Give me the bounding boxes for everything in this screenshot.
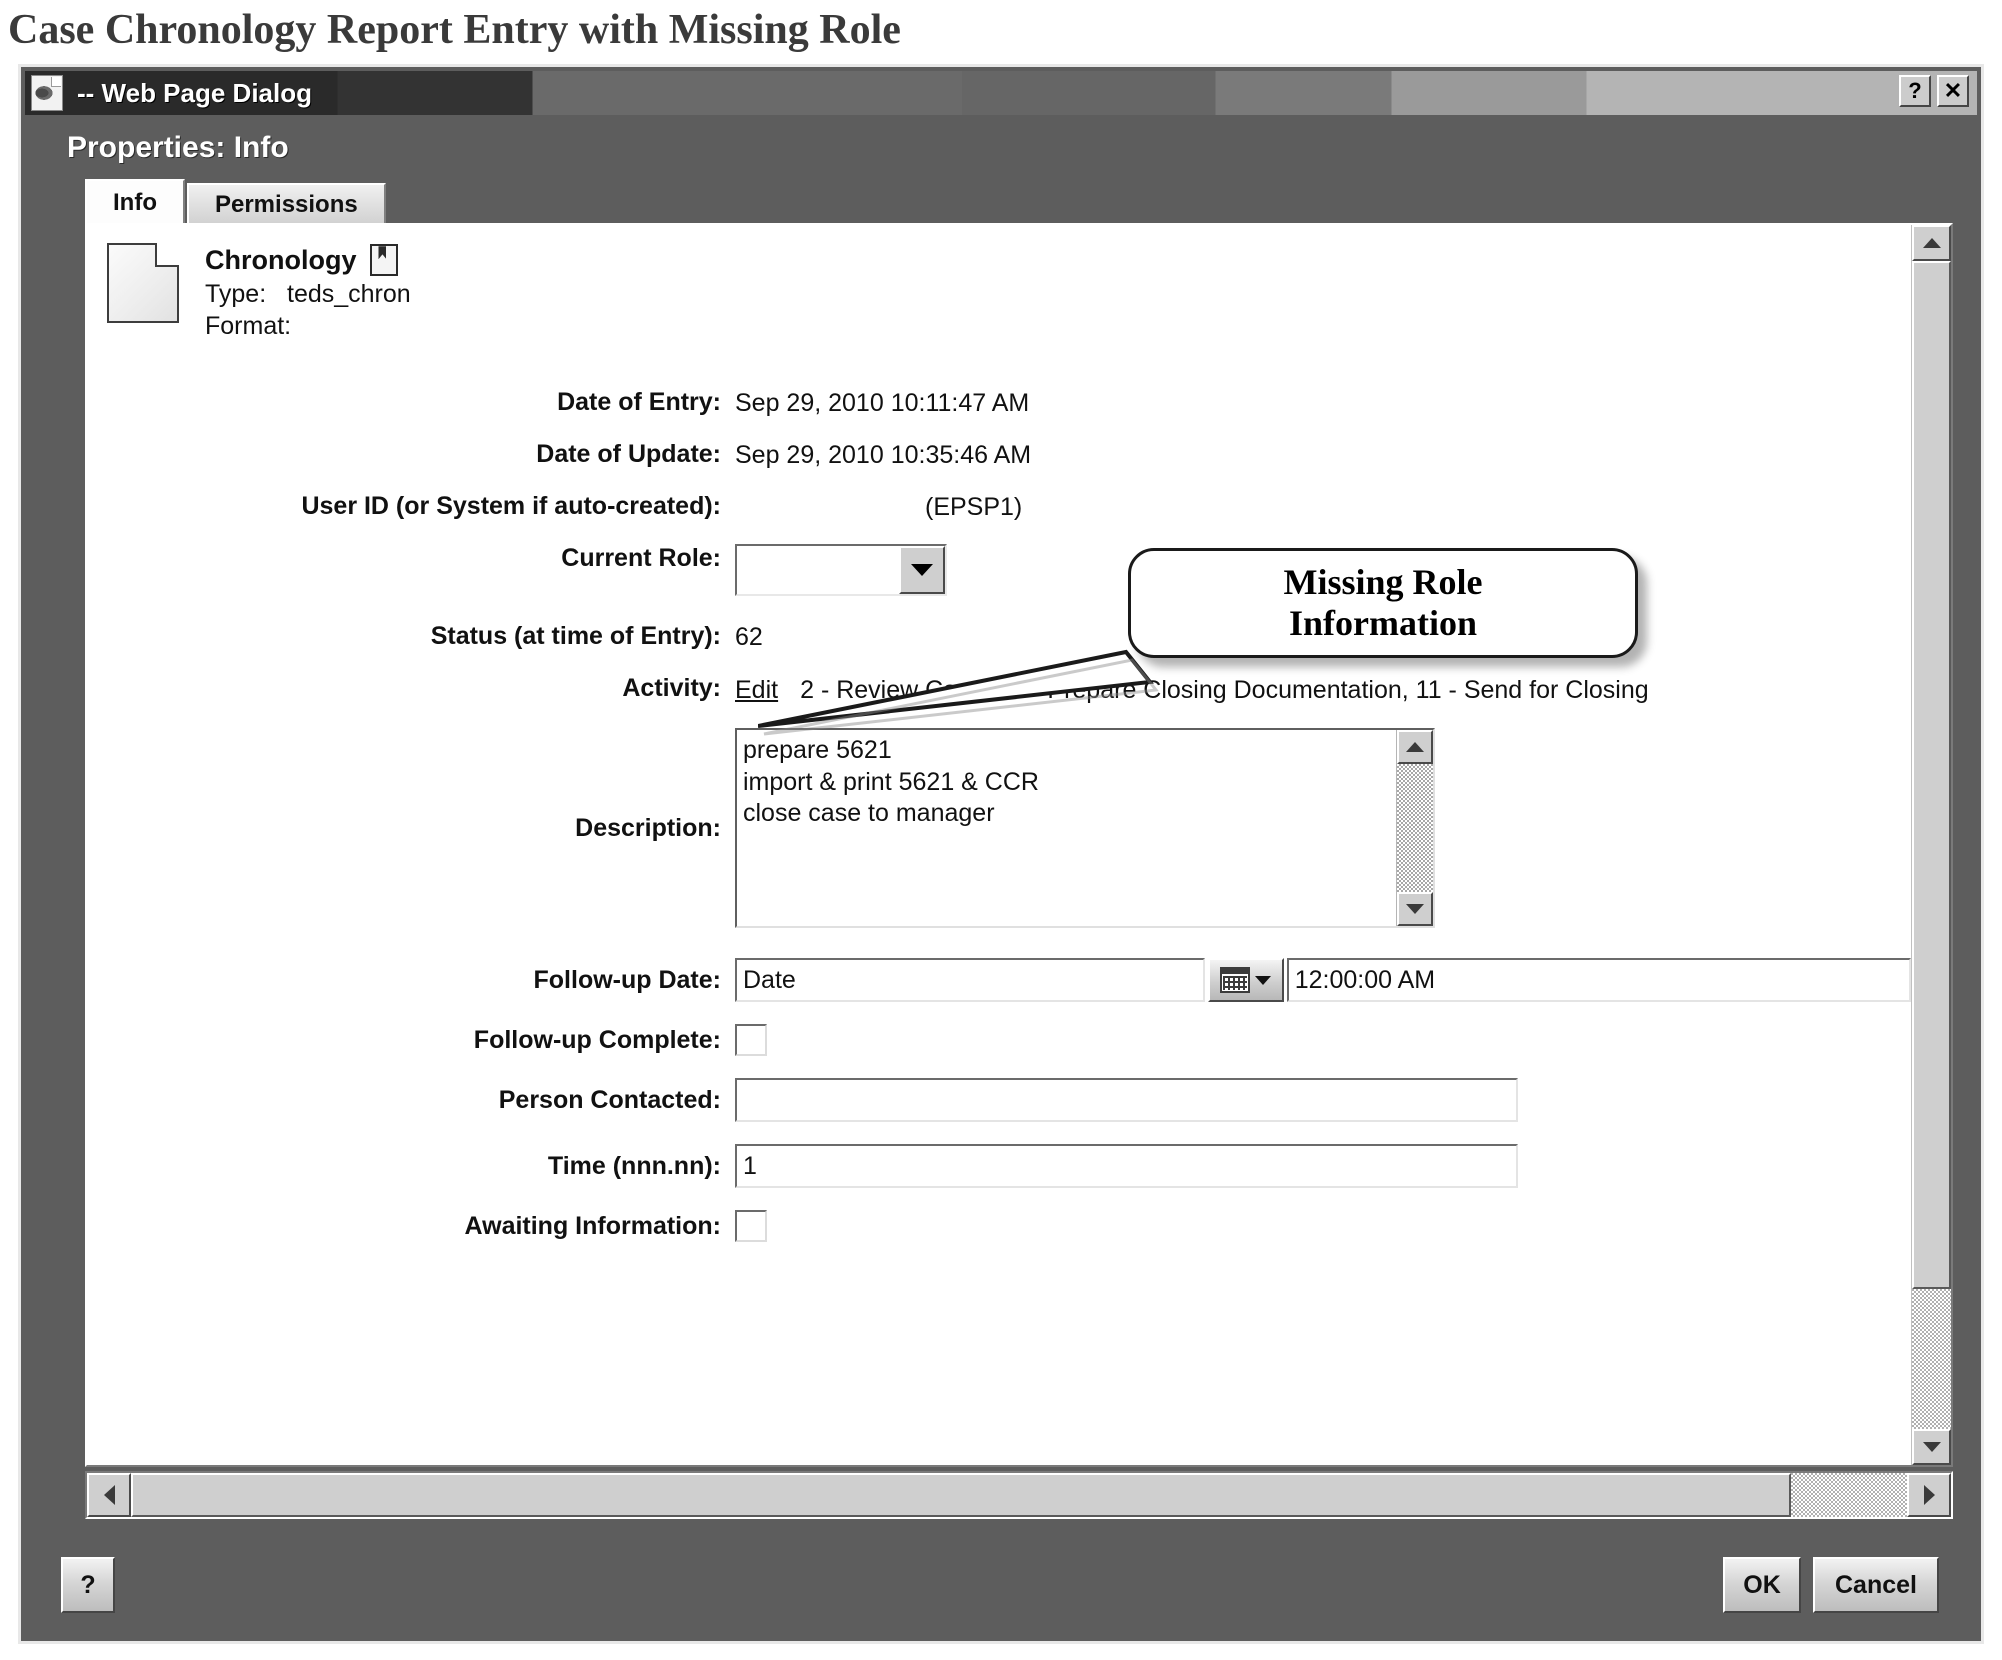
- close-icon[interactable]: ✕: [1937, 75, 1969, 107]
- document-format-label: Format:: [205, 311, 292, 340]
- row-status: Status (at time of Entry): 62: [95, 622, 1911, 652]
- scroll-up-icon[interactable]: [1397, 730, 1433, 765]
- content-scroll-thumb[interactable]: [1912, 261, 1951, 1289]
- triangle-left-glyph: [103, 1485, 115, 1505]
- description-vertical-scrollbar[interactable]: [1396, 730, 1433, 927]
- row-date-of-update: Date of Update: Sep 29, 2010 10:35:46 AM: [95, 440, 1911, 470]
- arrow-down-glyph: [911, 563, 933, 576]
- document-type-value: teds_chron: [287, 279, 411, 308]
- user-id-value: (EPSP1): [925, 492, 1023, 521]
- followup-complete-checkbox[interactable]: [735, 1024, 767, 1057]
- document-header: Chronology Type: teds_chron Format:: [87, 225, 1911, 342]
- tabstrip: Info Permissions: [85, 179, 1981, 223]
- properties-form: Date of Entry: Sep 29, 2010 10:11:47 AM …: [87, 388, 1911, 1243]
- activity-label: Activity:: [622, 673, 721, 702]
- dialog-footer: ? OK Cancel: [21, 1529, 1981, 1641]
- activity-edit-link[interactable]: Edit: [735, 676, 778, 704]
- dialog-title-text: -- Web Page Dialog: [77, 77, 312, 108]
- triangle-up-glyph: [1922, 238, 1941, 248]
- date-of-entry-label: Date of Entry:: [557, 387, 721, 416]
- scroll-right-icon[interactable]: [1907, 1473, 1951, 1517]
- row-followup-complete: Follow-up Complete:: [95, 1024, 1911, 1057]
- help-button[interactable]: ?: [61, 1557, 115, 1613]
- tab-info[interactable]: Info: [85, 179, 185, 223]
- tab-permissions[interactable]: Permissions: [186, 183, 386, 223]
- document-type-label: Type:: [205, 279, 267, 308]
- page-title: Case Chronology Report Entry with Missin…: [8, 7, 901, 53]
- triangle-down-glyph: [1406, 904, 1424, 915]
- person-contacted-input[interactable]: [735, 1078, 1518, 1123]
- footer-action-buttons: OK Cancel: [1723, 1557, 1981, 1613]
- window-control-buttons: ? ✕: [1899, 75, 1969, 107]
- date-of-update-value: Sep 29, 2010 10:35:46 AM: [735, 440, 1032, 469]
- triangle-right-glyph: [1923, 1485, 1935, 1505]
- bookmark-icon: [370, 244, 399, 277]
- document-type-row: Type: teds_chron: [205, 278, 411, 310]
- current-role-selected-value: [737, 546, 899, 594]
- row-person-contacted: Person Contacted:: [95, 1078, 1911, 1123]
- person-contacted-label: Person Contacted:: [498, 1085, 721, 1114]
- row-date-of-entry: Date of Entry: Sep 29, 2010 10:11:47 AM: [95, 388, 1911, 418]
- user-id-label: User ID (or System if auto-created):: [301, 491, 721, 520]
- cancel-button[interactable]: Cancel: [1813, 1557, 1939, 1613]
- content-scroll-area: Chronology Type: teds_chron Format: Date…: [87, 225, 1911, 1465]
- followup-time-input[interactable]: 12:00:00 AM: [1286, 958, 1911, 1003]
- horizontal-scroll-track[interactable]: [1791, 1473, 1907, 1517]
- description-text[interactable]: prepare 5621 import & print 5621 & CCR c…: [737, 730, 1396, 926]
- calendar-chevron-down-icon: [1255, 975, 1272, 985]
- followup-complete-label: Follow-up Complete:: [473, 1025, 721, 1054]
- awaiting-information-checkbox[interactable]: [735, 1210, 767, 1243]
- content-horizontal-scrollbar[interactable]: [85, 1471, 1953, 1519]
- activity-value: 2 - Review Case, 10 - Prepare Closing Do…: [800, 675, 1649, 704]
- description-textarea[interactable]: prepare 5621 import & print 5621 & CCR c…: [735, 728, 1435, 929]
- document-page-icon: [107, 243, 179, 323]
- row-description: Description: prepare 5621 import & print…: [95, 728, 1911, 929]
- current-role-dropdown[interactable]: [735, 543, 947, 596]
- row-activity: Activity: Edit 2 - Review Case, 10 - Prep…: [95, 674, 1911, 707]
- row-awaiting-information: Awaiting Information:: [95, 1210, 1911, 1243]
- calendar-icon: [1220, 967, 1251, 994]
- triangle-up-glyph: [1406, 742, 1424, 753]
- document-format-row: Format:: [205, 310, 411, 342]
- dialog-titlebar: -- Web Page Dialog ? ✕: [25, 71, 1977, 115]
- calendar-picker-button[interactable]: [1207, 958, 1284, 1003]
- document-summary: Chronology Type: teds_chron Format:: [205, 243, 411, 342]
- content-vertical-scrollbar[interactable]: [1911, 225, 1951, 1465]
- document-name: Chronology: [205, 245, 357, 275]
- triangle-down-glyph: [1922, 1442, 1941, 1452]
- web-page-dialog-window: -- Web Page Dialog ? ✕ Properties: Info …: [18, 64, 1984, 1644]
- properties-heading: Properties: Info: [67, 131, 289, 164]
- chevron-down-icon[interactable]: [899, 545, 945, 594]
- time-label: Time (nnn.nn):: [547, 1151, 721, 1180]
- scroll-down-icon[interactable]: [1397, 892, 1433, 927]
- date-of-update-label: Date of Update:: [536, 439, 721, 468]
- properties-content-pane: Chronology Type: teds_chron Format: Date…: [85, 223, 1953, 1467]
- row-followup-date: Follow-up Date: Date 12:00:00 AM: [95, 958, 1911, 1003]
- awaiting-information-label: Awaiting Information:: [464, 1211, 721, 1240]
- activity-body: Edit 2 - Review Case, 10 - Prepare Closin…: [735, 674, 1649, 707]
- time-input[interactable]: 1: [735, 1144, 1518, 1189]
- followup-date-input[interactable]: Date: [735, 958, 1205, 1003]
- scroll-left-icon[interactable]: [87, 1473, 131, 1517]
- horizontal-scroll-thumb[interactable]: [131, 1473, 1791, 1517]
- status-label: Status (at time of Entry):: [430, 621, 721, 650]
- content-scroll-up-icon[interactable]: [1912, 225, 1951, 261]
- browser-page-icon: [31, 75, 63, 111]
- row-time: Time (nnn.nn): 1: [95, 1144, 1911, 1189]
- status-value: 62: [735, 622, 763, 651]
- help-icon[interactable]: ?: [1899, 75, 1931, 107]
- content-scroll-track[interactable]: [1912, 1289, 1951, 1429]
- row-user-id: User ID (or System if auto-created): (EP…: [95, 492, 1911, 522]
- row-current-role: Current Role:: [95, 543, 1911, 596]
- document-name-row: Chronology: [205, 243, 411, 278]
- description-label: Description:: [575, 813, 721, 842]
- ok-button[interactable]: OK: [1723, 1557, 1801, 1613]
- followup-date-label: Follow-up Date:: [533, 965, 721, 994]
- content-scroll-down-icon[interactable]: [1912, 1429, 1951, 1465]
- current-role-label: Current Role:: [561, 543, 721, 572]
- date-of-entry-value: Sep 29, 2010 10:11:47 AM: [735, 388, 1030, 417]
